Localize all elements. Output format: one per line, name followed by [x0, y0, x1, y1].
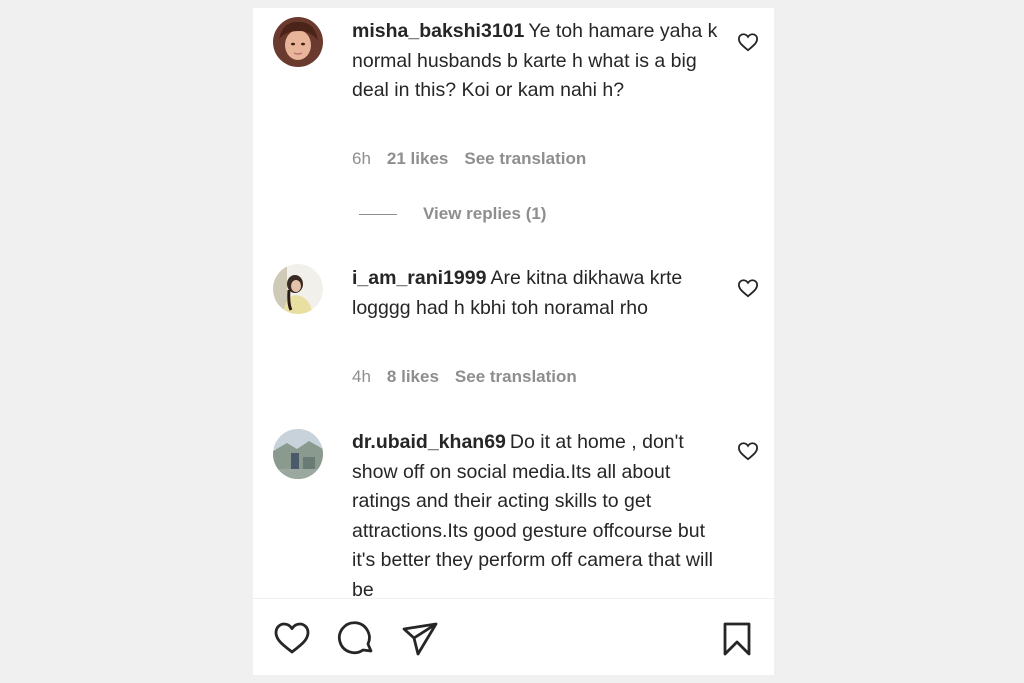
comment-time: 4h — [352, 367, 371, 386]
comment-body: misha_bakshi3101 Ye toh hamare yaha k nor… — [352, 17, 722, 106]
paper-plane-icon[interactable] — [401, 621, 439, 657]
comment-username[interactable]: misha_bakshi3101 — [352, 20, 524, 42]
see-translation-link[interactable]: See translation — [464, 149, 586, 168]
comment-time: 6h — [352, 149, 371, 168]
divider-line — [359, 213, 397, 215]
avatar[interactable] — [273, 264, 323, 314]
comments-list: misha_bakshi3101 Ye toh hamare yaha k nor… — [253, 8, 774, 598]
avatar[interactable] — [273, 429, 323, 479]
post-action-bar — [253, 598, 774, 675]
view-replies-label: View replies (1) — [423, 204, 547, 223]
comments-panel: misha_bakshi3101 Ye toh hamare yaha k nor… — [253, 8, 774, 675]
comment-like-heart-icon[interactable] — [737, 441, 759, 461]
comment-bubble-icon[interactable] — [337, 621, 375, 657]
comment-username[interactable]: i_am_rani1999 — [352, 267, 486, 289]
comment-text: Do it at home , don't show off on social… — [352, 431, 714, 598]
comment-username[interactable]: dr.ubaid_khan69 — [352, 431, 506, 453]
view-replies-button[interactable]: View replies (1) — [359, 204, 546, 224]
comment-like-heart-icon[interactable] — [737, 278, 759, 298]
bookmark-icon[interactable] — [721, 621, 753, 657]
comment-likes[interactable]: 21 likes — [387, 149, 448, 168]
see-translation-link[interactable]: See translation — [455, 367, 577, 386]
comment-likes[interactable]: 8 likes — [387, 367, 439, 386]
avatar[interactable] — [273, 17, 323, 67]
comment-body: dr.ubaid_khan69 Do it at home , don't sho… — [352, 428, 722, 598]
comment-meta: 4h 8 likes See translation — [352, 367, 593, 387]
heart-outline-icon[interactable] — [273, 621, 311, 655]
comment-meta: 6h 21 likes See translation — [352, 149, 602, 169]
comment-body: i_am_rani1999 Are kitna dikhawa krte logg… — [352, 264, 722, 323]
comment-like-heart-icon[interactable] — [737, 32, 759, 52]
